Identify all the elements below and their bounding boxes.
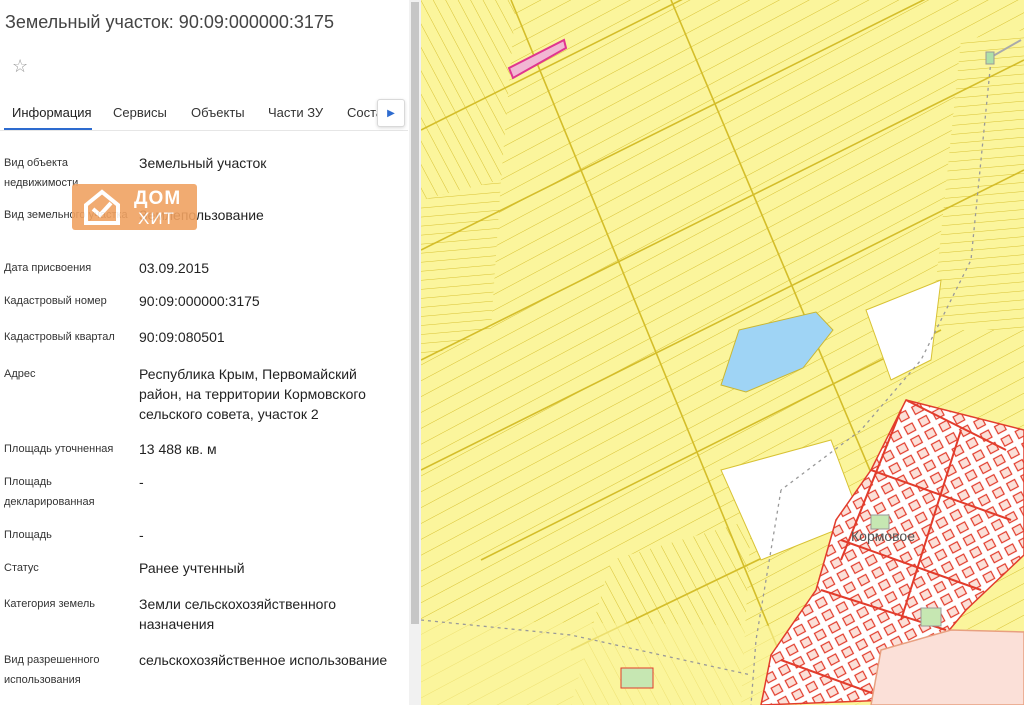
house-icon (84, 189, 120, 225)
field-value: Ранее учтенный (139, 560, 245, 576)
field-value: 90:09:080501 (139, 329, 225, 345)
field-value: Земли сельскохозяйственного назначения (139, 596, 337, 632)
scrollbar-thumb[interactable] (411, 2, 419, 624)
field-value: Республика Крым, Первомайский район, на … (139, 366, 366, 422)
village-label: Кормовое (851, 528, 915, 544)
chevron-right-icon: ▶ (387, 107, 395, 119)
field-label: Статус (4, 562, 39, 574)
panel-scrollbar[interactable] (409, 0, 421, 705)
green-parcel (920, 607, 942, 627)
tab-services[interactable]: Сервисы (113, 105, 167, 120)
map-canvas (421, 0, 1024, 705)
tab-bar: Информация Сервисы Объекты Части ЗУ Сост… (0, 96, 408, 131)
field-label: Вид разрешенного использования (4, 654, 100, 686)
field-label: Площадь уточненная (4, 443, 114, 455)
info-panel: Земельный участок: 90:09:000000:3175 ☆ И… (0, 0, 408, 705)
tab-information[interactable]: Информация (12, 105, 92, 120)
field-label: Кадастровый квартал (4, 331, 115, 343)
field-label: Категория земель (4, 598, 95, 610)
tab-objects[interactable]: Объекты (191, 105, 245, 120)
watermark-text-top: ДОМ (134, 188, 182, 209)
favorite-star-icon[interactable]: ☆ (12, 57, 28, 75)
green-parcel (870, 514, 890, 530)
field-label: Дата присвоения (4, 262, 92, 274)
field-value: 90:09:000000:3175 (139, 293, 260, 309)
field-value: сельскохозяйственное использование (139, 652, 388, 668)
map-marker (985, 51, 995, 65)
field-value: - (139, 474, 144, 490)
field-label: Адрес (4, 368, 36, 380)
field-label: Кадастровый номер (4, 295, 107, 307)
cadastral-map[interactable]: Кормовое (421, 0, 1024, 705)
field-value: - (139, 527, 144, 543)
watermark-text-bottom: ХИТ (138, 209, 175, 228)
field-label: Площадь декларированная (4, 476, 95, 508)
farm-fields-west (421, 0, 516, 200)
page-title: Земельный участок: 90:09:000000:3175 (5, 12, 334, 32)
field-label: Площадь (4, 529, 52, 541)
field-value: Земельный участок (139, 155, 267, 171)
field-value: 03.09.2015 (139, 260, 210, 276)
field-value: 13 488 кв. м (139, 441, 217, 457)
tab-parcel-parts[interactable]: Части ЗУ (268, 105, 323, 120)
green-parcel (620, 667, 654, 689)
tabs-scroll-right-button[interactable]: ▶ (377, 99, 405, 127)
domhit-watermark-logo: ДОМ ХИТ (72, 184, 197, 230)
active-tab-indicator (4, 128, 92, 130)
